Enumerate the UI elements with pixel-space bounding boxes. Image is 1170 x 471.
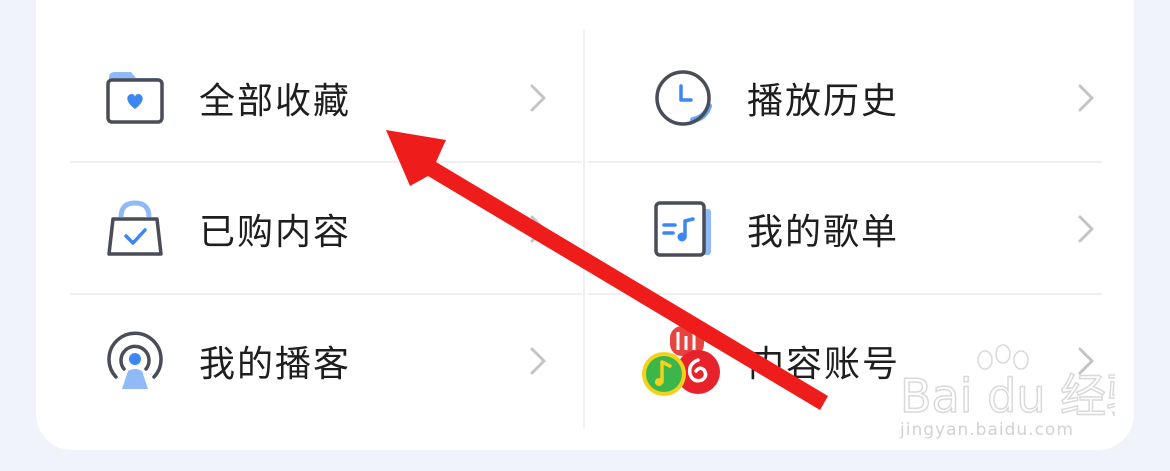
column-divider — [583, 30, 585, 428]
watermark-url: jingyan.baidu.com — [900, 420, 1074, 440]
heart-folder-icon — [106, 72, 164, 124]
menu-item-play-history[interactable]: 播放历史 — [653, 32, 1098, 164]
menu-item-label: 播放历史 — [747, 81, 900, 122]
music-apps-icon — [642, 326, 720, 396]
menu-item-label: 全部收藏 — [199, 81, 352, 122]
playlist-music-icon — [654, 201, 711, 257]
clock-icon — [655, 70, 712, 126]
menu-item-purchased[interactable]: 已购内容 — [105, 163, 550, 295]
menu-item-label: 我的歌单 — [747, 212, 900, 253]
menu-item-label: 已购内容 — [199, 212, 352, 253]
chevron-right-icon — [1078, 347, 1094, 375]
chevron-right-icon — [530, 215, 546, 243]
menu-item-content-accounts[interactable]: 内容账号 — [640, 295, 1098, 427]
podcast-broadcast-icon — [107, 331, 163, 389]
chevron-right-icon — [1078, 84, 1094, 112]
menu-item-all-favorites[interactable]: 全部收藏 — [105, 32, 550, 164]
shopping-bag-check-icon — [107, 200, 163, 256]
menu-item-my-playlists[interactable]: 我的歌单 — [653, 163, 1098, 295]
menu-item-label: 我的播客 — [199, 344, 352, 385]
chevron-right-icon — [1078, 215, 1094, 243]
menu-item-label: 内容账号 — [748, 344, 901, 385]
menu-item-my-podcasts[interactable]: 我的播客 — [105, 295, 550, 427]
chevron-right-icon — [530, 84, 546, 112]
chevron-right-icon — [530, 347, 546, 375]
